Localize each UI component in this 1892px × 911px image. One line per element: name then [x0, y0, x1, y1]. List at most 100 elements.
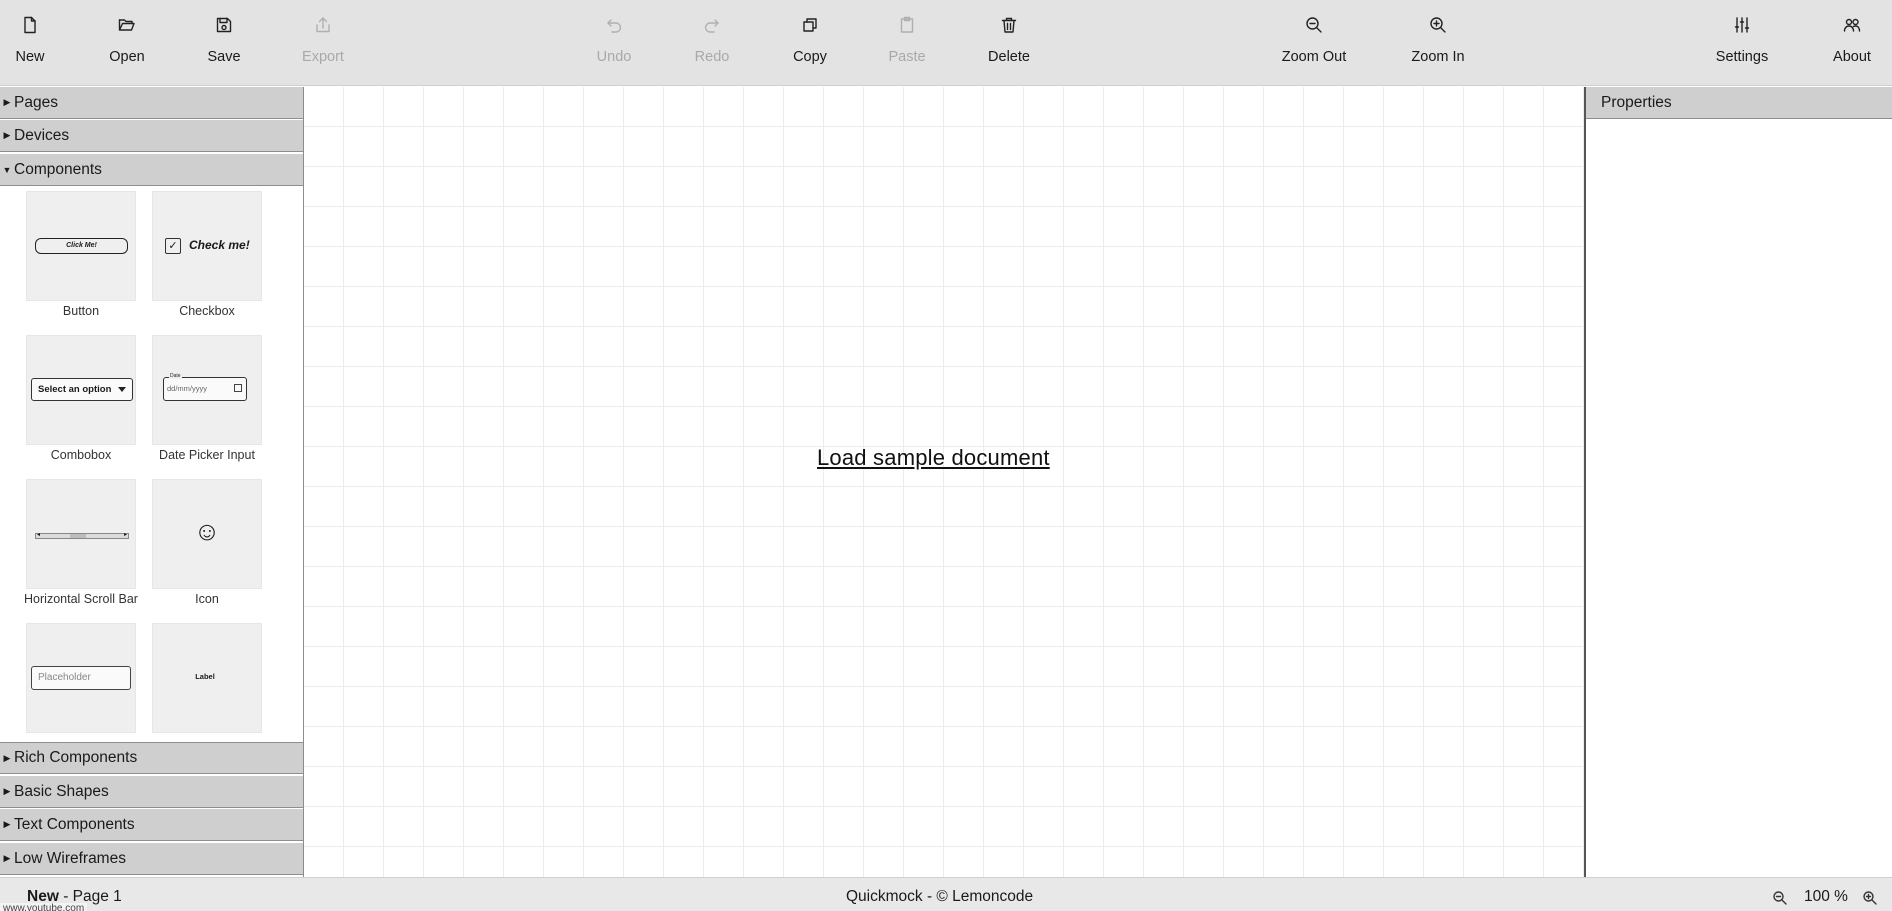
component-date-picker[interactable]: Date dd/mm/yyyy	[152, 335, 262, 445]
checkbox-check-icon: ✓	[165, 238, 181, 254]
smiley-icon: ☺	[193, 516, 221, 546]
undo-icon	[603, 14, 625, 36]
label-preview: Label	[195, 672, 215, 681]
component-icon-label: Icon	[195, 592, 219, 606]
scroll-right-arrow-icon: ▸	[123, 532, 127, 538]
open-button[interactable]: Open	[79, 0, 175, 86]
date-picker-box: Date dd/mm/yyyy	[163, 373, 247, 401]
users-icon	[1841, 14, 1863, 36]
zoom-in-icon[interactable]	[1862, 890, 1878, 906]
section-text-components-label: Text Components	[14, 815, 135, 833]
scrollbar-thumb	[70, 534, 86, 538]
save-label: Save	[207, 49, 241, 65]
component-checkbox-label: Checkbox	[179, 304, 235, 318]
copy-icon	[799, 14, 821, 36]
delete-label: Delete	[988, 49, 1030, 65]
link-hover-url: www.youtube.com	[0, 903, 88, 911]
export-label: Export	[302, 49, 344, 65]
component-combobox-label: Combobox	[50, 448, 112, 462]
zoom-out-icon	[1303, 14, 1325, 36]
zoom-in-label: Zoom In	[1411, 49, 1465, 65]
combobox-caret-icon	[118, 387, 126, 392]
load-sample-document-link[interactable]: Load sample document	[817, 445, 1050, 471]
redo-button[interactable]: Redo	[664, 0, 760, 86]
new-button[interactable]: New	[0, 0, 78, 86]
save-button[interactable]: Save	[176, 0, 272, 86]
components-sidebar: ▶ Pages ▶ Devices ▼ Components Click Me!…	[0, 87, 304, 877]
copy-label: Copy	[793, 49, 827, 65]
components-gallery: Click Me! Button ✓ Check me! Checkbox Se…	[0, 188, 303, 742]
section-devices[interactable]: ▶ Devices	[0, 120, 303, 152]
component-combobox[interactable]: Select an option	[26, 335, 136, 445]
section-pages[interactable]: ▶ Pages	[0, 87, 303, 119]
section-rich-components-label: Rich Components	[14, 749, 138, 766]
checkbox-preview: Check me!	[189, 238, 250, 252]
component-label[interactable]: Label	[152, 623, 262, 733]
paste-label: Paste	[888, 49, 926, 65]
design-canvas[interactable]: Load sample document	[304, 87, 1584, 877]
zoom-in-icon	[1427, 14, 1449, 36]
about-button[interactable]: About	[1804, 0, 1892, 86]
open-label: Open	[109, 49, 145, 65]
component-checkbox[interactable]: ✓ Check me!	[152, 191, 262, 301]
component-input[interactable]: Placeholder	[26, 623, 136, 733]
undo-label: Undo	[596, 49, 632, 65]
component-horizontal-scrollbar[interactable]: ◂ ▸	[26, 479, 136, 589]
zoom-out-icon[interactable]	[1772, 890, 1788, 906]
component-icon[interactable]: ☺	[152, 479, 262, 589]
status-bar: New - Page 1 www.youtube.com Quickmock -…	[0, 877, 1892, 911]
settings-label: Settings	[1715, 49, 1769, 65]
zoom-level: 100 %	[1804, 888, 1848, 905]
zoom-out-label: Zoom Out	[1281, 49, 1347, 65]
caret-right-icon: ▶	[3, 752, 11, 763]
caret-down-icon: ▼	[2, 164, 12, 175]
new-file-icon	[19, 14, 41, 36]
save-icon	[213, 14, 235, 36]
section-basic-shapes[interactable]: ▶ Basic Shapes	[0, 776, 303, 808]
date-picker-preview: dd/mm/yyyy	[167, 384, 208, 393]
component-date-picker-label: Date Picker Input	[159, 448, 255, 462]
scroll-left-arrow-icon: ◂	[37, 532, 41, 538]
component-button[interactable]: Click Me!	[26, 191, 136, 301]
copy-button[interactable]: Copy	[762, 0, 858, 86]
zoom-in-button[interactable]: Zoom In	[1390, 0, 1486, 86]
component-horizontal-scrollbar-label: Horizontal Scroll Bar	[24, 592, 138, 606]
about-label: About	[1833, 49, 1871, 65]
sliders-icon	[1731, 14, 1753, 36]
toolbar: New Open Save Export Undo Redo Copy Past…	[0, 0, 1892, 86]
caret-right-icon: ▶	[3, 853, 11, 863]
folder-open-icon	[116, 14, 138, 36]
new-label: New	[15, 49, 45, 65]
trash-icon	[998, 14, 1020, 36]
section-pages-label: Pages	[14, 93, 58, 111]
date-picker-caption: Date	[169, 373, 182, 379]
redo-label: Redo	[694, 49, 730, 65]
zoom-out-button[interactable]: Zoom Out	[1266, 0, 1362, 86]
scrollbar-track: ◂ ▸	[35, 532, 129, 539]
input-preview: Placeholder	[31, 666, 131, 690]
settings-button[interactable]: Settings	[1694, 0, 1790, 86]
button-preview: Click Me!	[35, 238, 128, 254]
undo-button[interactable]: Undo	[566, 0, 662, 86]
paste-button[interactable]: Paste	[859, 0, 955, 86]
section-low-wireframes-label: Low Wireframes	[14, 849, 126, 867]
export-icon	[312, 14, 334, 36]
export-button[interactable]: Export	[275, 0, 371, 86]
section-rich-components[interactable]: ▶ Rich Components	[0, 742, 303, 774]
section-basic-shapes-label: Basic Shapes	[14, 782, 109, 800]
calendar-icon	[234, 384, 242, 392]
caret-right-icon: ▶	[3, 97, 11, 107]
section-components-label: Components	[14, 160, 102, 178]
clipboard-icon	[896, 14, 918, 36]
footer-credit: Quickmock - © Lemoncode	[846, 888, 1034, 905]
section-components[interactable]: ▼ Components	[0, 154, 303, 186]
caret-right-icon: ▶	[3, 130, 11, 140]
component-button-label: Button	[62, 304, 100, 318]
redo-icon	[701, 14, 723, 36]
delete-button[interactable]: Delete	[961, 0, 1057, 86]
section-devices-label: Devices	[14, 126, 70, 144]
section-text-components[interactable]: ▶ Text Components	[0, 809, 303, 841]
section-low-wireframes[interactable]: ▶ Low Wireframes	[0, 843, 303, 875]
properties-title: Properties	[1586, 87, 1892, 119]
properties-panel: Properties	[1584, 87, 1892, 877]
